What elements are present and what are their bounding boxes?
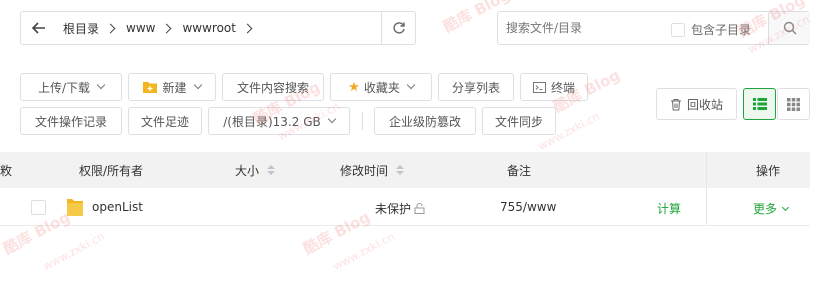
new-label: 新建 [162,80,187,95]
crumb-wwwroot[interactable]: wwwroot [182,21,236,35]
chevron-down-icon [406,80,416,90]
permission-note: 755/www [500,200,557,214]
more-label: 更多 [753,202,778,216]
lock-icon [414,203,425,214]
table-row[interactable]: openList 未保护 755/www 计算 更多 [0,189,810,226]
protection-status[interactable]: 未保护 [375,200,425,217]
checkbox-icon [671,22,685,37]
header-partial: 敉 [0,163,13,178]
sort-icon [267,165,276,175]
breadcrumb: 根目录 www wwwroot [63,12,263,44]
sort-icon [396,165,405,175]
search-icon [783,21,796,35]
favorites-label: 收藏夹 [363,80,400,95]
chevron-down-icon [327,114,336,124]
file-name[interactable]: openList [92,200,143,214]
folder-new-icon [143,82,158,93]
grid-view-button[interactable] [777,88,810,120]
header-ops: 操作 [756,163,781,178]
file-op-log-label: 文件操作记录 [34,114,107,129]
search-input[interactable] [506,19,656,37]
trash-icon [670,98,681,110]
terminal-icon [532,81,546,93]
tamper-proof-button[interactable]: 企业级防篡改 [374,107,476,135]
tamper-proof-label: 企业级防篡改 [388,114,461,129]
list-view-icon [752,98,767,110]
watermark-url: www.zxki.cn [40,229,107,274]
chevron-right-icon [162,23,172,33]
crumb-www[interactable]: www [126,21,155,35]
favorites-button[interactable]: ★ 收藏夹 [330,73,432,101]
refresh-button[interactable] [381,12,416,44]
disk-label: /(根目录)13.2 GB [223,114,321,129]
star-icon: ★ [348,79,360,95]
file-sync-label: 文件同步 [494,114,543,129]
list-view-button[interactable] [743,88,776,120]
content-search-label: 文件内容搜索 [236,80,309,95]
header-note: 备注 [507,163,532,178]
recycle-bin-label: 回收站 [686,97,723,112]
include-subdir-label: 包含子目录 [691,23,752,37]
chevron-down-icon [193,80,202,90]
folder-icon [67,199,83,216]
upload-download-button[interactable]: 上传/下载 [20,73,122,101]
arrow-left-icon [32,22,45,34]
recycle-bin-button[interactable]: 回收站 [656,88,737,120]
file-op-log-button[interactable]: 文件操作记录 [20,107,122,135]
header-size[interactable]: 大小 [235,152,276,188]
file-sync-button[interactable]: 文件同步 [482,107,556,135]
file-trace-button[interactable]: 文件足迹 [128,107,202,135]
new-button[interactable]: 新建 [128,73,216,101]
refresh-icon [393,22,405,34]
terminal-button[interactable]: 终端 [520,73,588,101]
path-bar[interactable]: 根目录 www wwwroot [20,11,416,45]
content-search-button[interactable]: 文件内容搜索 [222,73,324,101]
file-trace-label: 文件足迹 [140,114,189,129]
more-menu[interactable]: 更多 [753,200,790,217]
chevron-right-icon [242,23,253,33]
header-perm-owner[interactable]: 权限/所有者 [79,152,143,188]
chevron-right-icon [105,23,116,33]
calc-size-link[interactable]: 计算 [657,200,681,217]
share-list-button[interactable]: 分享列表 [438,73,514,101]
search-button[interactable] [768,12,810,44]
crumb-root[interactable]: 根目录 [63,20,99,37]
search-box: 包含子目录 [497,11,810,45]
watermark-url: www.zxki.cn [330,229,397,274]
chevron-down-icon [781,203,790,211]
toolbar-divider [362,112,363,130]
include-subdir-checkbox[interactable]: 包含子目录 [671,21,751,38]
share-list-label: 分享列表 [451,80,500,95]
terminal-label: 终端 [550,80,575,95]
back-button[interactable] [21,12,57,44]
protection-label: 未保护 [375,202,412,216]
grid-view-icon [787,97,800,111]
header-mtime[interactable]: 修改时间 [340,152,405,188]
upload-download-label: 上传/下载 [37,80,91,95]
disk-button[interactable]: /(根目录)13.2 GB [208,107,350,135]
row-checkbox[interactable] [31,200,46,215]
chevron-down-icon [96,80,106,90]
